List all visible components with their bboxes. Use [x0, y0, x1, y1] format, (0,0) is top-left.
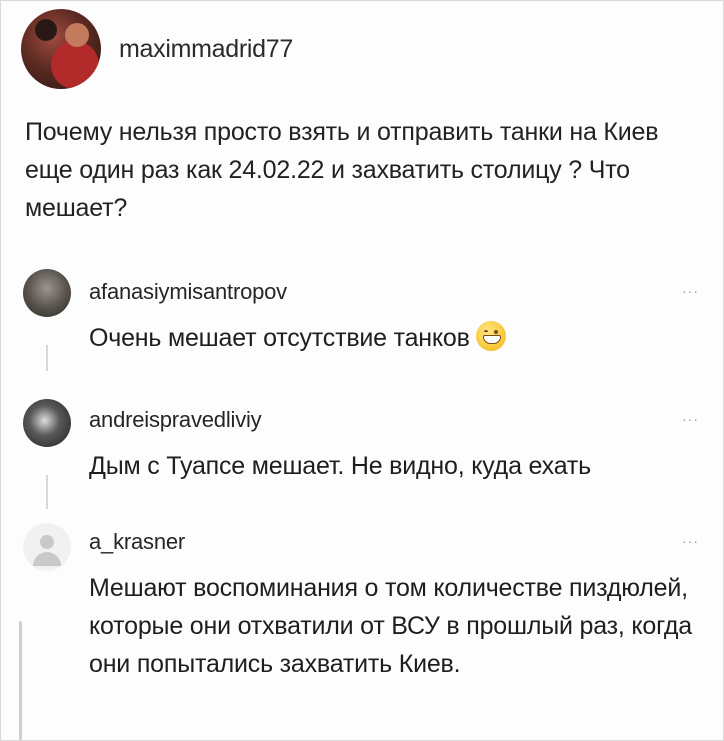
comment-username[interactable]: a_krasner — [89, 529, 185, 555]
comment-text: Дым с Туапсе мешает. Не видно, куда ехат… — [89, 452, 591, 480]
scrollbar[interactable] — [19, 621, 22, 740]
thread-line — [46, 345, 48, 371]
comment-username[interactable]: afanasiymisantropov — [89, 279, 287, 305]
screenshot-frame: maximmadrid77 Почему нельзя просто взять… — [0, 0, 724, 741]
comment-username[interactable]: andreispravedliviy — [89, 407, 262, 433]
comment-text: Очень мешает отсутствие танков — [89, 324, 470, 352]
comment-avatar[interactable] — [23, 523, 71, 571]
more-options-icon[interactable]: ··· — [682, 533, 699, 549]
default-user-icon — [40, 535, 54, 549]
post-header: maximmadrid77 — [21, 9, 293, 89]
avatar[interactable] — [21, 9, 101, 89]
post-username[interactable]: maximmadrid77 — [119, 35, 293, 64]
comment-avatar[interactable] — [23, 269, 71, 317]
comment-text: Мешают воспоминания о том количестве пиз… — [89, 574, 692, 678]
post-text: Почему нельзя просто взять и отправить т… — [25, 118, 659, 222]
comment-body: Мешают воспоминания о том количестве пиз… — [89, 569, 709, 683]
comment-body: Очень мешает отсутствие танков — [89, 319, 709, 357]
grinning-face-icon — [475, 321, 506, 351]
more-options-icon[interactable]: ··· — [682, 411, 699, 427]
thread-line — [46, 475, 48, 509]
comment-body: Дым с Туапсе мешает. Не видно, куда ехат… — [89, 447, 709, 485]
more-options-icon[interactable]: ··· — [682, 283, 699, 299]
comment-avatar[interactable] — [23, 399, 71, 447]
